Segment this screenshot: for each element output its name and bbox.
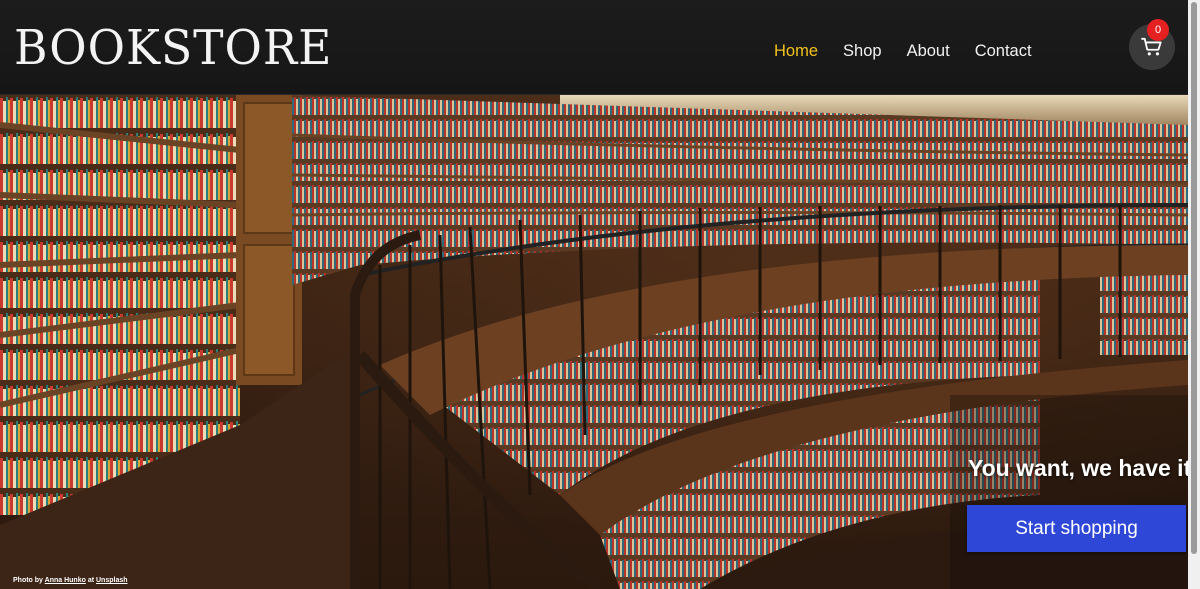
photo-credit-source-link[interactable]: Unsplash [96,577,128,584]
site-header: BOOKSTORE Home Shop About Contact 0 [0,0,1188,95]
hero-tagline: You want, we have it [968,455,1188,481]
nav-about[interactable]: About [907,40,950,62]
photo-credit-middle: at [85,577,96,584]
site-logo[interactable]: BOOKSTORE [14,20,332,76]
start-shopping-button[interactable]: Start shopping [967,505,1186,552]
nav-contact[interactable]: Contact [975,40,1032,62]
photo-credit-prefix: Photo by [13,577,45,584]
nav-home[interactable]: Home [774,40,818,62]
photo-credit-author-link[interactable]: Anna Hunko [45,577,86,584]
hero-section: You want, we have it Start shopping Phot… [0,95,1188,589]
cart-count-badge: 0 [1147,19,1169,41]
scrollbar-thumb[interactable] [1191,2,1197,554]
nav-shop[interactable]: Shop [843,40,882,62]
photo-credit: Photo by Anna Hunko at Unsplash [13,577,128,584]
page-scrollbar[interactable] [1188,0,1200,589]
main-nav: Home Shop About Contact [774,40,1057,62]
